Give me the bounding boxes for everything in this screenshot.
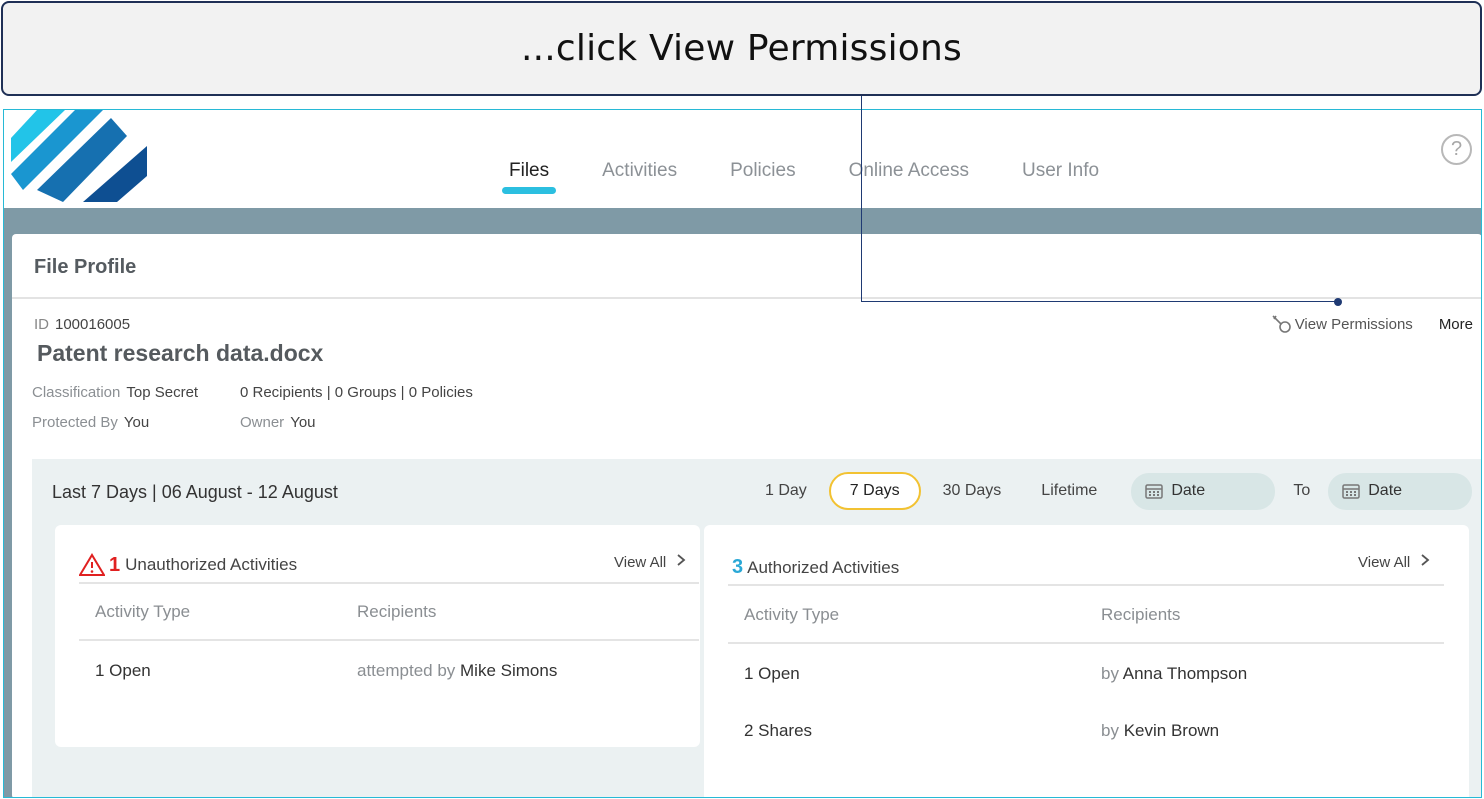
app-window: Files Activities Policies Online Access … [3, 109, 1482, 798]
classification: Classification Top Secret [32, 384, 198, 401]
classification-value: Top Secret [126, 384, 199, 401]
protected-by: Protected By You [32, 414, 149, 431]
nav-tab-activities[interactable]: Activities [602, 160, 677, 194]
authorized-row-2-prefix: by [1101, 721, 1119, 740]
filter-7-days[interactable]: 7 Days [828, 472, 921, 510]
file-id-value: 100016005 [55, 316, 131, 333]
calendar-icon [1342, 484, 1360, 499]
authorized-row-1-name: Anna Thompson [1122, 664, 1248, 683]
file-id-label: ID [34, 316, 49, 333]
help-circle-icon[interactable]: ? [1441, 134, 1472, 165]
filter-30-days[interactable]: 30 Days [923, 472, 1022, 510]
nav-tab-files[interactable]: Files [501, 160, 557, 194]
instruction-callout: ...click View Permissions [1, 1, 1482, 96]
top-bar: Files Activities Policies Online Access … [4, 110, 1481, 208]
unauthorized-row-prefix: attempted by [357, 661, 456, 680]
unauthorized-view-all[interactable]: View All [614, 553, 686, 571]
nav-tab-policies[interactable]: Policies [730, 160, 795, 194]
panel-divider [12, 297, 1481, 299]
unauthorized-title-text: Unauthorized Activities [125, 555, 298, 574]
authorized-col-type: Activity Type [744, 605, 840, 624]
filter-1-day[interactable]: 1 Day [745, 472, 827, 510]
callout-text: ...click View Permissions [520, 28, 962, 69]
owner: Owner You [240, 414, 316, 431]
unauthorized-header-divider [79, 639, 699, 641]
classification-label: Classification [32, 384, 121, 401]
unauthorized-title: 1 Unauthorized Activities [79, 553, 297, 577]
callout-leader-vertical [861, 96, 862, 302]
callout-leader-dot [1334, 298, 1342, 306]
authorized-activities-card: 3 Authorized Activities View All Activit… [704, 525, 1469, 797]
nav-tab-online-access[interactable]: Online Access [849, 160, 969, 194]
authorized-row-2-name: Kevin Brown [1123, 721, 1220, 740]
main-nav: Files Activities Policies Online Access … [501, 160, 1152, 194]
authorized-view-all[interactable]: View All [1358, 553, 1430, 571]
authorized-row-1-type: 1 Open [744, 664, 800, 683]
file-profile-panel: File Profile ID 100016005 Patent research… [12, 234, 1481, 797]
file-actions: View Permissions More [1271, 314, 1473, 334]
screenshot: ...click View Permissions Files Activiti… [0, 0, 1484, 799]
authorized-row-1-prefix: by [1101, 664, 1119, 683]
authorized-title-text: Authorized Activities [747, 557, 900, 577]
date-range-text: Last 7 Days | 06 August - 12 August [52, 482, 338, 502]
unauthorized-col-type: Activity Type [95, 602, 191, 621]
nav-tab-user-info[interactable]: User Info [1022, 160, 1099, 194]
filter-lifetime[interactable]: Lifetime [1021, 472, 1117, 510]
date-to-placeholder: Date [1368, 482, 1403, 499]
file-name: Patent research data.docx [37, 340, 324, 366]
unauthorized-row-name: Mike Simons [460, 661, 558, 680]
date-to-picker[interactable]: Date [1328, 472, 1473, 510]
chevron-right-icon [677, 554, 686, 566]
logo-stripes-icon [11, 110, 147, 202]
panel-title: File Profile [34, 256, 137, 278]
unauthorized-title-divider [79, 582, 699, 584]
to-label: To [1293, 482, 1311, 499]
date-from-placeholder: Date [1171, 482, 1206, 499]
chevron-right-icon [1421, 554, 1430, 566]
authorized-row-2-type: 2 Shares [744, 721, 813, 740]
unauthorized-col-recipients: Recipients [357, 602, 437, 621]
authorized-row-1-recipient: by Anna Thompson [1101, 664, 1247, 684]
callout-leader-horizontal [861, 301, 1338, 302]
key-icon [1272, 315, 1291, 333]
calendar-icon [1145, 484, 1164, 499]
activity-section: Last 7 Days | 06 August - 12 August 1 Da… [32, 459, 1481, 797]
protected-by-label: Protected By [32, 414, 118, 431]
unauthorized-activities-card: 1 Unauthorized Activities View All Activ… [55, 525, 700, 747]
authorized-col-recipients: Recipients [1101, 605, 1181, 624]
authorized-count: 3 [732, 556, 744, 578]
authorized-view-all-label: View All [1358, 554, 1411, 571]
recipients-summary: 0 Recipients | 0 Groups | 0 Policies [240, 384, 473, 401]
authorized-header-divider [728, 642, 1444, 644]
unauthorized-row-recipient: attempted by Mike Simons [357, 661, 557, 681]
unauthorized-view-all-label: View All [614, 554, 667, 571]
authorized-row-2-recipient: by Kevin Brown [1101, 721, 1219, 741]
authorized-title-divider [728, 584, 1444, 586]
more-button[interactable]: More [1439, 316, 1473, 333]
period-filters: 1 Day 7 Days 30 Days Lifetime Date To Da… [745, 472, 1473, 510]
date-from-picker[interactable]: Date [1131, 472, 1276, 510]
owner-value: You [290, 414, 316, 431]
warning-triangle-icon [79, 553, 105, 576]
authorized-title: 3 Authorized Activities [732, 556, 899, 579]
protected-by-value: You [123, 414, 150, 431]
view-permissions-button[interactable]: View Permissions [1271, 314, 1413, 334]
unauthorized-count: 1 [109, 553, 121, 576]
owner-label: Owner [240, 414, 285, 431]
file-id-row: ID 100016005 [34, 316, 130, 333]
view-permissions-label: View Permissions [1294, 315, 1413, 333]
unauthorized-row-type: 1 Open [95, 661, 151, 680]
